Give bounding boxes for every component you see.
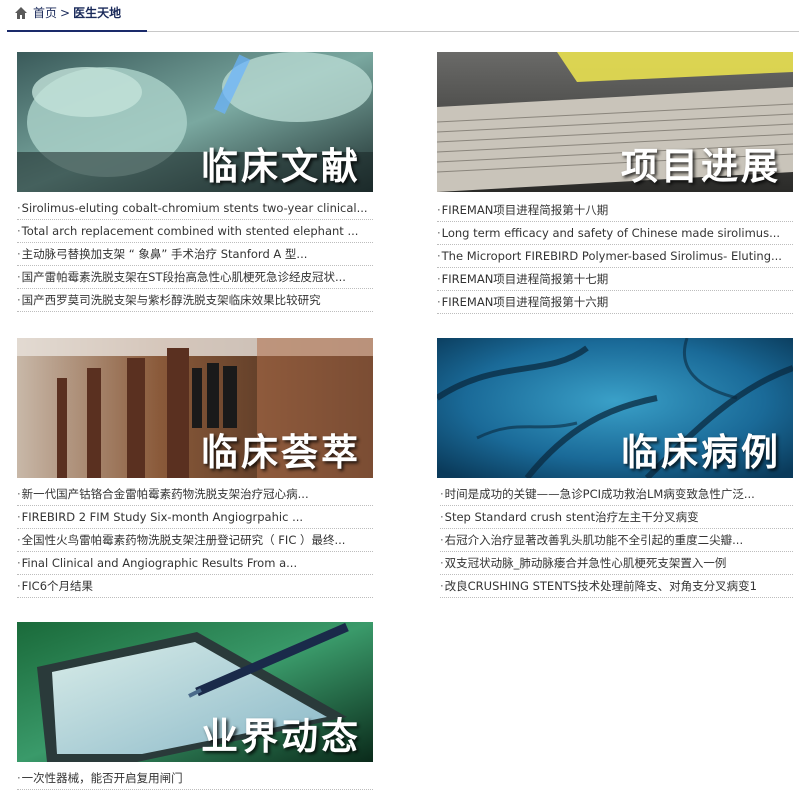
- list-item[interactable]: ·FIREMAN项目进程简报第十七期: [437, 269, 793, 291]
- list-item-link[interactable]: FIREMAN项目进程简报第十六期: [442, 295, 609, 309]
- article-list: ·FIREMAN项目进程简报第十八期 ·Long term efficacy a…: [437, 200, 793, 314]
- article-list: ·新一代国产钴铬合金雷帕霉素药物洗脱支架治疗冠心病... ·FIREBIRD 2…: [17, 484, 373, 598]
- list-item[interactable]: ·Sirolimus-eluting cobalt-chromium stent…: [17, 198, 373, 220]
- list-item[interactable]: ·一次性器械，能否开启复用闸门: [17, 768, 373, 790]
- list-item-link[interactable]: 双支冠状动脉_肺动脉瘘合并急性心肌梗死支架置入一例: [445, 556, 727, 570]
- banner-title: 临床病例: [621, 430, 781, 474]
- list-item-link[interactable]: 时间是成功的关键——急诊PCI成功救治LM病变致急性广泛...: [445, 487, 755, 501]
- list-item[interactable]: ·主动脉弓替换加支架 “ 象鼻” 手术治疗 Stanford A 型...: [17, 244, 373, 266]
- banner-title: 临床文献: [201, 144, 361, 188]
- list-item-link[interactable]: FIC6个月结果: [22, 579, 93, 593]
- header-accent-bar: [7, 30, 147, 32]
- banner-industry-news[interactable]: 业界动态: [17, 622, 373, 762]
- list-item[interactable]: ·FIREBIRD 2 FIM Study Six-month Angiogrp…: [17, 507, 373, 529]
- article-list: ·一次性器械，能否开启复用闸门: [17, 768, 373, 790]
- article-list: ·时间是成功的关键——急诊PCI成功救治LM病变致急性广泛... ·Step S…: [440, 484, 793, 598]
- list-item[interactable]: ·全国性火鸟雷帕霉素药物洗脱支架注册登记研究（ FIC ）最终...: [17, 530, 373, 552]
- banner-project-progress[interactable]: 项目进展: [437, 52, 793, 192]
- list-item[interactable]: ·新一代国产钴铬合金雷帕霉素药物洗脱支架治疗冠心病...: [17, 484, 373, 506]
- section-clinical-cases: 临床病例 ·时间是成功的关键——急诊PCI成功救治LM病变致急性广泛... ·S…: [437, 338, 793, 599]
- section-industry-news: 业界动态 ·一次性器械，能否开启复用闸门: [17, 622, 373, 791]
- list-item[interactable]: ·The Microport FIREBIRD Polymer-based Si…: [437, 246, 793, 268]
- list-item-link[interactable]: FIREMAN项目进程简报第十七期: [442, 272, 609, 286]
- list-item-link[interactable]: 全国性火鸟雷帕霉素药物洗脱支架注册登记研究（ FIC ）最终...: [22, 533, 346, 547]
- list-item[interactable]: ·FIREMAN项目进程简报第十六期: [437, 292, 793, 314]
- list-item[interactable]: ·FIREMAN项目进程简报第十八期: [437, 200, 793, 222]
- section-clinical-literature: 临床文献 ·Sirolimus-eluting cobalt-chromium …: [17, 52, 373, 313]
- list-item-link[interactable]: FIREBIRD 2 FIM Study Six-month Angiogrpa…: [22, 510, 303, 524]
- list-item[interactable]: ·改良CRUSHING STENTS技术处理前降支、对角支分叉病变1: [440, 576, 793, 598]
- list-item[interactable]: ·国产西罗莫司洗脱支架与紫杉醇洗脱支架临床效果比较研究: [17, 290, 373, 312]
- article-list: ·Sirolimus-eluting cobalt-chromium stent…: [17, 198, 373, 312]
- list-item-link[interactable]: 改良CRUSHING STENTS技术处理前降支、对角支分叉病变1: [445, 579, 757, 593]
- banner-clinical-literature[interactable]: 临床文献: [17, 52, 373, 192]
- banner-title: 临床荟萃: [201, 430, 361, 474]
- banner-title: 业界动态: [201, 714, 361, 758]
- list-item-link[interactable]: The Microport FIREBIRD Polymer-based Sir…: [442, 249, 782, 263]
- section-clinical-digest: 临床荟萃 ·新一代国产钴铬合金雷帕霉素药物洗脱支架治疗冠心病... ·FIREB…: [17, 338, 373, 599]
- list-item-link[interactable]: Final Clinical and Angiographic Results …: [22, 556, 297, 570]
- list-item-link[interactable]: Sirolimus-eluting cobalt-chromium stents…: [22, 201, 368, 215]
- list-item-link[interactable]: FIREMAN项目进程简报第十八期: [442, 203, 609, 217]
- breadcrumb-home-link[interactable]: 首页: [33, 4, 57, 21]
- list-item-link[interactable]: 国产雷帕霉素洗脱支架在ST段抬高急性心肌梗死急诊经皮冠状...: [22, 270, 346, 284]
- list-item[interactable]: ·FIC6个月结果: [17, 576, 373, 598]
- list-item[interactable]: ·时间是成功的关键——急诊PCI成功救治LM病变致急性广泛...: [440, 484, 793, 506]
- list-item[interactable]: ·Step Standard crush stent治疗左主干分叉病变: [440, 507, 793, 529]
- section-project-progress: 项目进展 ·FIREMAN项目进程简报第十八期 ·Long term effic…: [437, 52, 793, 315]
- banner-clinical-cases[interactable]: 临床病例: [437, 338, 793, 478]
- list-item-link[interactable]: Step Standard crush stent治疗左主干分叉病变: [445, 510, 699, 524]
- list-item-link[interactable]: Total arch replacement combined with ste…: [22, 224, 359, 238]
- banner-clinical-digest[interactable]: 临床荟萃: [17, 338, 373, 478]
- list-item[interactable]: ·右冠介入治疗显著改善乳头肌功能不全引起的重度二尖瓣...: [440, 530, 793, 552]
- breadcrumb-current: 医生天地: [73, 6, 122, 20]
- list-item[interactable]: ·Long term efficacy and safety of Chines…: [437, 223, 793, 245]
- list-item-link[interactable]: 新一代国产钴铬合金雷帕霉素药物洗脱支架治疗冠心病...: [22, 487, 309, 501]
- breadcrumb: 首页 > 医生天地: [14, 4, 121, 21]
- home-icon: [15, 6, 27, 19]
- breadcrumb-separator: >: [60, 5, 71, 20]
- list-item-link[interactable]: 一次性器械，能否开启复用闸门: [22, 771, 183, 785]
- list-item[interactable]: ·Total arch replacement combined with st…: [17, 221, 373, 243]
- list-item[interactable]: ·国产雷帕霉素洗脱支架在ST段抬高急性心肌梗死急诊经皮冠状...: [17, 267, 373, 289]
- list-item-link[interactable]: 国产西罗莫司洗脱支架与紫杉醇洗脱支架临床效果比较研究: [22, 293, 321, 307]
- list-item-link[interactable]: 主动脉弓替换加支架 “ 象鼻” 手术治疗 Stanford A 型...: [22, 247, 308, 261]
- list-item[interactable]: ·Final Clinical and Angiographic Results…: [17, 553, 373, 575]
- list-item-link[interactable]: 右冠介入治疗显著改善乳头肌功能不全引起的重度二尖瓣...: [445, 533, 743, 547]
- list-item[interactable]: ·双支冠状动脉_肺动脉瘘合并急性心肌梗死支架置入一例: [440, 553, 793, 575]
- banner-title: 项目进展: [621, 144, 781, 188]
- list-item-link[interactable]: Long term efficacy and safety of Chinese…: [442, 226, 780, 240]
